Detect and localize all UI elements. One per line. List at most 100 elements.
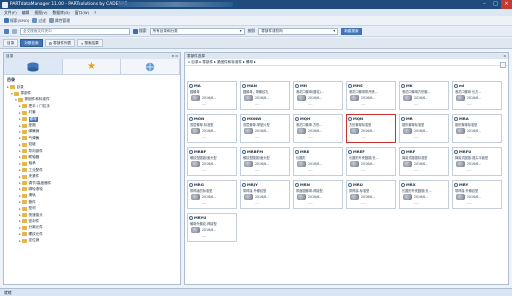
part-code: MA [194, 83, 201, 88]
part-card[interactable]: MONW 双层螺母-带垫片型 2016/6... ---- [240, 114, 290, 143]
part-card[interactable]: MRA 锥形螺母标准型 2016/6... ---- [452, 114, 502, 143]
tree-node-label: 调节/高度器件 [28, 180, 52, 185]
part-card[interactable]: MA 圆螺母 2016/6... ---- [187, 81, 237, 110]
tree-node[interactable]: ▸ 定位销 [4, 237, 180, 243]
unit-select[interactable]: 零部件或机构 ▾ [258, 27, 339, 35]
part-card[interactable]: MK 滚花口螺母方形螺... 2016/6... ---- [399, 81, 449, 110]
part-card-header: MRU [347, 181, 395, 188]
part-thumbnail [456, 128, 465, 134]
panel-close-icon[interactable]: × ▫ [171, 54, 178, 58]
part-card[interactable]: MRX 长圆形外壳圆锥/长... 2016/6... ---- [399, 180, 449, 209]
part-card[interactable]: MRF 弹簧式圆锥标准型 2016/6... ---- [399, 147, 449, 176]
part-card[interactable]: MAN 圆螺母，带螺纹孔 2016/6... ---- [240, 81, 290, 110]
part-date: 2016/6... [414, 162, 429, 166]
part-card[interactable]: MREF 长圆形外壳圆锥/长... 2016/6... ---- [346, 147, 396, 176]
menu-window[interactable]: 窗口(W) [75, 10, 89, 16]
maximize-button[interactable]: □ [490, 0, 501, 9]
part-card[interactable]: MRBF 螺纹型圆锥/面头型 2016/6... ---- [187, 147, 237, 176]
scope-select[interactable]: 所有目录和分类 ▾ [149, 27, 245, 35]
menu-edit[interactable]: 编辑 [22, 10, 30, 16]
tab-compare-search[interactable]: 对照检索 [20, 39, 43, 47]
nav-back-icon[interactable] [4, 28, 9, 34]
view-favorites-button[interactable]: ★ [62, 59, 122, 74]
part-date: 2016/6... [202, 162, 217, 166]
breadcrumb-item[interactable]: 零部件 [202, 60, 213, 65]
part-code: MRF [406, 149, 416, 154]
part-card[interactable]: MRU 带焊接-标准型 2016/6... ---- [346, 180, 396, 209]
part-date: 2016/6... [308, 129, 323, 133]
part-thumbnail [350, 95, 359, 101]
part-card[interactable]: ml 滚花口螺母 长方... 2016/6... ---- [452, 81, 502, 110]
part-date: 2016/6... [467, 195, 482, 199]
part-card[interactable]: MQN 方形螺母标准型 2016/6... ---- [346, 114, 396, 143]
folder-icon [22, 219, 27, 224]
tree-node-label: 型材 [28, 206, 36, 211]
tab-search-results[interactable]: ⌕ 搜索结果 [77, 39, 103, 47]
part-link-icon [242, 149, 246, 154]
home-icon[interactable]: ⌂ [188, 60, 190, 64]
part-link-icon [454, 149, 458, 154]
part-card-body: 2016/6... [453, 127, 501, 135]
part-code: ml [459, 83, 465, 88]
part-code: MAN [247, 83, 257, 88]
tree-node-label: 管件 [28, 199, 36, 204]
part-link-icon [454, 116, 458, 121]
part-thumbnail [244, 194, 253, 200]
part-card[interactable]: MRE 长圆形 2016/6... ---- [293, 147, 343, 176]
new-search-button[interactable]: 新建搜索 [341, 27, 362, 35]
part-footer: ---- [414, 168, 419, 172]
close-button[interactable]: × [501, 0, 512, 9]
fulltext-search-input[interactable]: 全文搜索文件夹中 [20, 27, 130, 35]
folder-icon [18, 97, 23, 102]
part-link-icon [189, 116, 193, 121]
part-date: 2016/6... [308, 162, 323, 166]
tab-catalog[interactable]: 目录 [3, 39, 19, 47]
toolbar-search-button[interactable]: 搜索(SMO) [4, 18, 29, 24]
toolbar-filter-button[interactable]: 过滤 [32, 18, 46, 24]
breadcrumb-item[interactable]: 螺母 [246, 60, 253, 65]
menu-database[interactable]: 数据库(D) [53, 10, 70, 16]
part-card[interactable]: MH 滚花口螺母(圆柱)... 2016/6... ---- [293, 81, 343, 110]
toolbar-properties-button[interactable]: 属性管理 [48, 18, 70, 24]
part-card[interactable]: MRFU 弹簧式圆锥-锥尖平面型 2016/6... ---- [452, 147, 502, 176]
panel-pin-icon[interactable]: ▫ [504, 54, 506, 58]
part-code: MRYU [194, 215, 207, 220]
part-selection-panel: 零部件选择 ▫ ⌂ 目录 ▸ 零部件 ▸ 紧固件和标准件 ▸ 螺母 ▸ MA 圆螺… [184, 52, 509, 285]
part-date: 2016/6... [361, 129, 376, 133]
part-card[interactable]: MRG 带焊接的标准型 2016/6... ---- [187, 180, 237, 209]
part-card[interactable]: MRN 带面圆螺母-焊接型 2016/6... ---- [293, 180, 343, 209]
breadcrumb-item[interactable]: 紧固件和标准件 [217, 60, 242, 65]
menu-help[interactable]: ? [94, 10, 96, 15]
view-catalog-button[interactable] [4, 59, 63, 74]
view-history-button[interactable] [121, 59, 180, 74]
part-code: MRFU [459, 149, 472, 154]
folder-icon [22, 155, 27, 160]
chevron-down-icon: ▾ [333, 29, 336, 33]
view-options-button[interactable] [500, 62, 506, 68]
nav-forward-icon[interactable] [12, 28, 17, 34]
part-card[interactable]: MRYU 螺母外螺纹-焊接型 2016/6... ---- [187, 213, 237, 242]
part-code: MR [406, 116, 413, 121]
tab-part-list[interactable]: ⚙ 零部件列表 [44, 39, 76, 47]
part-card[interactable]: MRJY 带焊接 外螺纹型 2016/6... ---- [240, 180, 290, 209]
search-button[interactable]: 搜索 [133, 28, 147, 34]
tree-node-label: 目录 [16, 84, 24, 89]
part-card[interactable]: MRY 带焊接 外螺纹型 2016/6... ---- [452, 180, 502, 209]
part-card[interactable]: MHS 滚花口螺母带开槽... 2016/6... ---- [346, 81, 396, 110]
menu-file[interactable]: 文件(F) [4, 10, 17, 16]
part-code: MRY [459, 182, 469, 187]
part-card-body: 2016/6... [241, 160, 289, 168]
part-card[interactable]: MR 锥形螺母标准型 2016/6... ---- [399, 114, 449, 143]
filter-icon [32, 18, 38, 23]
part-card[interactable]: MRBFM 螺纹型圆锥/面头型 2016/6... ---- [240, 147, 290, 176]
part-thumbnail [244, 161, 253, 167]
tree-node-label: 联轴器 [28, 154, 40, 159]
part-code: MREF [353, 149, 365, 154]
minimize-button[interactable]: – [479, 0, 490, 9]
part-thumbnail [350, 128, 359, 134]
part-card[interactable]: MON 双层螺母-标准型 2016/6... ---- [187, 114, 237, 143]
part-card[interactable]: MQH 滚花口螺母 方形... 2016/6... ---- [293, 114, 343, 143]
breadcrumb-item[interactable]: 目录 [191, 60, 198, 65]
menu-view[interactable]: 视图(V) [34, 10, 47, 16]
part-card-body: 2016/6... [294, 94, 342, 102]
